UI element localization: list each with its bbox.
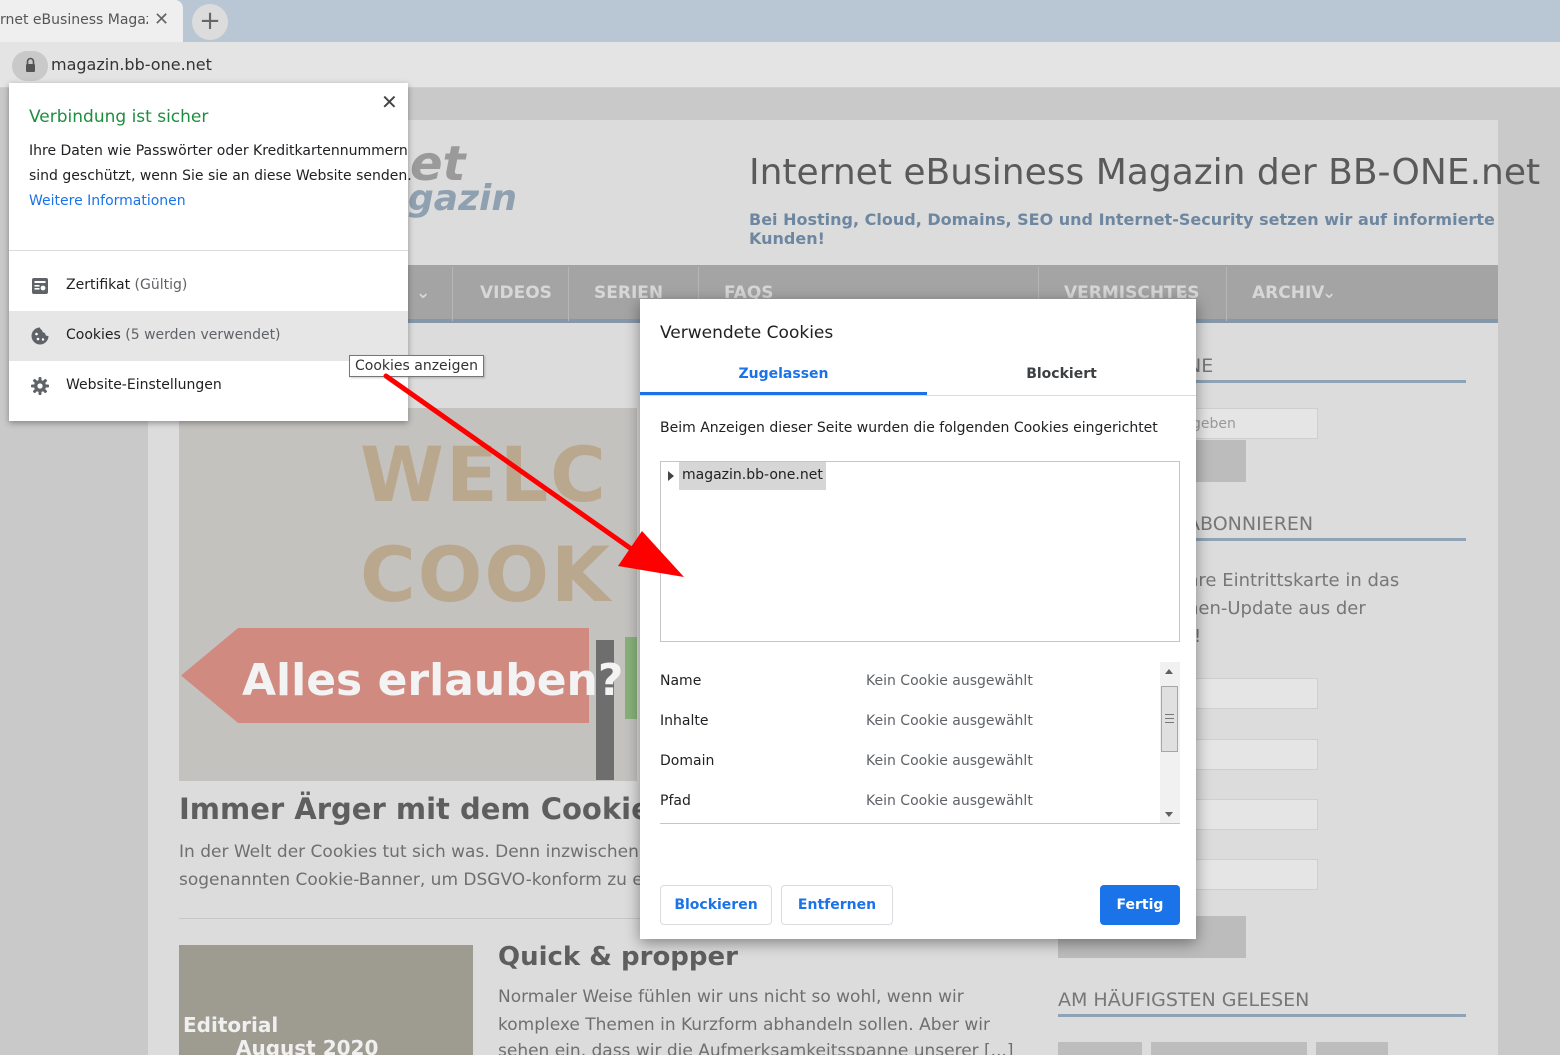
hero-cookie-letters: COOK: [360, 530, 612, 619]
detail-label-domain: Domain: [660, 753, 715, 769]
lock-icon: [26, 57, 35, 72]
popup-divider: [9, 250, 408, 251]
site-settings-label: Website-Einstellungen: [66, 377, 222, 393]
cookie-icon: [30, 326, 50, 346]
certificate-status: (Gültig): [134, 277, 188, 293]
tab-allowed[interactable]: Zugelassen: [640, 366, 927, 382]
url-text[interactable]: magazin.bb-one.net: [51, 55, 212, 74]
nav-divider: [1226, 267, 1227, 321]
site-tagline: Bei Hosting, Cloud, Domains, SEO und Int…: [749, 210, 1495, 248]
scroll-down-arrow-icon[interactable]: [1165, 812, 1173, 817]
sidebar-heading: ABONNIEREN: [1187, 513, 1314, 535]
nav-item-videos[interactable]: VIDEOS: [480, 283, 552, 303]
sidebar-text: hen-Update aus der: [1187, 598, 1366, 619]
detail-value-content: Kein Cookie ausgewählt: [866, 713, 1033, 729]
article-excerpt: komplexe Themen in Kurzform abhandeln so…: [498, 1015, 990, 1035]
detail-label-name: Name: [660, 673, 702, 689]
site-info-button[interactable]: [12, 51, 48, 81]
popular-thumb[interactable]: [1316, 1042, 1388, 1055]
detail-value-domain: Kein Cookie ausgewählt: [866, 753, 1033, 769]
new-tab-button[interactable]: +: [192, 4, 228, 40]
hero-sign-text: Alles erlauben?: [242, 655, 624, 706]
detail-value-name: Kein Cookie ausgewählt: [866, 673, 1033, 689]
article-excerpt: In der Welt der Cookies tut sich was. De…: [179, 842, 666, 862]
tree-node-domain[interactable]: magazin.bb-one.net: [679, 462, 826, 490]
cookies-count: (5 werden verwendet): [125, 327, 281, 343]
sidebar-input[interactable]: [1187, 678, 1318, 709]
sidebar-search-input[interactable]: geben: [1187, 408, 1318, 439]
detail-label-path: Pfad: [660, 793, 691, 809]
detail-label-content: Inhalte: [660, 713, 709, 729]
block-button[interactable]: Blockieren: [660, 885, 772, 925]
nav-divider: [452, 267, 453, 321]
tab-strip: [0, 0, 1560, 42]
thumbnail-caption: August 2020: [236, 1036, 379, 1055]
cookies-label: Cookies (5 werden verwendet): [66, 327, 281, 343]
address-bar[interactable]: [0, 42, 1560, 88]
sidebar-input[interactable]: [1187, 799, 1318, 830]
popular-thumb[interactable]: [1058, 1042, 1142, 1055]
dialog-title: Verwendete Cookies: [660, 323, 834, 343]
tab-close-icon[interactable]: ✕: [154, 9, 169, 30]
sidebar-text: hre Eintrittskarte in das: [1187, 570, 1400, 591]
more-info-link[interactable]: Weitere Informationen: [29, 193, 186, 209]
close-icon[interactable]: ✕: [381, 90, 398, 114]
scroll-up-arrow-icon[interactable]: [1165, 669, 1173, 674]
certificate-icon: [30, 276, 50, 296]
scrollbar-thumb[interactable]: [1161, 686, 1178, 752]
connection-description: Ihre Daten wie Passwörter oder Kreditkar…: [29, 143, 408, 159]
dialog-description: Beim Anzeigen dieser Seite wurden die fo…: [660, 420, 1158, 436]
done-button[interactable]: Fertig: [1100, 885, 1180, 925]
tab-blocked[interactable]: Blockiert: [927, 366, 1196, 382]
cookies-text: Cookies: [66, 327, 121, 343]
grip-line: [1165, 718, 1174, 719]
active-tab-indicator: [640, 392, 927, 395]
details-divider: [660, 823, 1180, 824]
popular-thumb[interactable]: [1151, 1042, 1307, 1055]
expand-triangle-icon[interactable]: [668, 471, 674, 481]
site-logo-sub[interactable]: gazin: [408, 178, 517, 219]
site-title[interactable]: Internet eBusiness Magazin der BB-ONE.ne…: [749, 152, 1540, 193]
grip-line: [1165, 722, 1174, 723]
thumbnail-caption: Editorial: [183, 1013, 279, 1037]
tab-title: rnet eBusiness Magazi: [0, 12, 148, 28]
nav-chevron-icon[interactable]: ⌄: [416, 283, 430, 303]
article-title-quick[interactable]: Quick & propper: [498, 942, 738, 972]
sidebar-heading: AM HÄUFIGSTEN GELESEN: [1058, 989, 1310, 1011]
sidebar-input[interactable]: [1187, 739, 1318, 770]
grip-line: [1165, 714, 1174, 715]
nav-chevron-icon[interactable]: ⌄: [1322, 283, 1336, 303]
sidebar-divider: [1058, 1014, 1466, 1017]
hero-sign-green: [625, 637, 637, 719]
nav-item-archiv[interactable]: ARCHIV: [1252, 283, 1324, 303]
connection-secure-title: Verbindung ist sicher: [29, 107, 209, 127]
sidebar-input[interactable]: [1187, 859, 1318, 890]
certificate-label: Zertifikat (Gültig): [66, 277, 187, 293]
article-excerpt: sogenannten Cookie-Banner, um DSGVO-konf…: [179, 870, 659, 890]
connection-description: sind geschützt, wenn Sie sie an diese We…: [29, 168, 412, 184]
hero-cookie-letters: WELC: [360, 430, 608, 519]
certificate-text: Zertifikat: [66, 277, 131, 293]
article-excerpt: Normaler Weise fühlen wir uns nicht so w…: [498, 987, 964, 1007]
gear-icon: [30, 376, 50, 396]
article-excerpt: sehen ein, dass wir die Aufmerksamkeitss…: [498, 1041, 1014, 1055]
nav-divider: [568, 267, 569, 321]
detail-value-path: Kein Cookie ausgewählt: [866, 793, 1033, 809]
tooltip: Cookies anzeigen: [349, 355, 484, 377]
remove-button[interactable]: Entfernen: [781, 885, 893, 925]
article-title[interactable]: Immer Ärger mit dem Cookie-B: [179, 792, 685, 826]
tabs-divider: [640, 395, 1196, 396]
